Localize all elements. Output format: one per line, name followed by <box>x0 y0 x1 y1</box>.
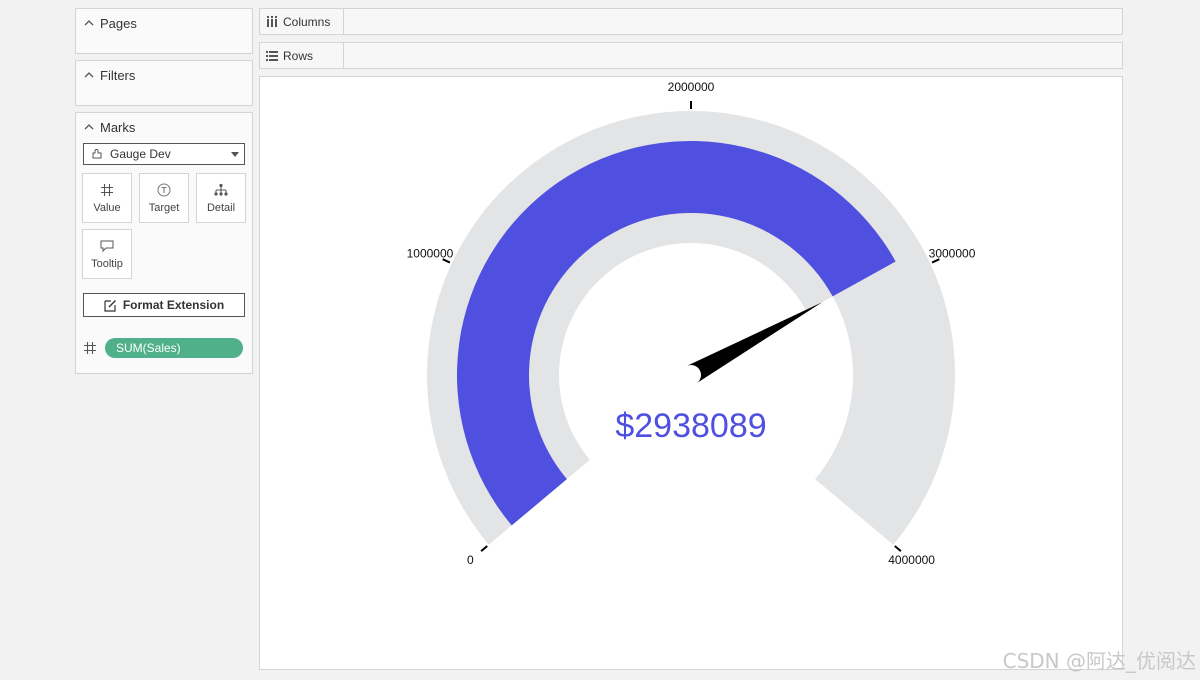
target-label: Target <box>148 202 180 214</box>
columns-shelf[interactable]: Columns <box>259 8 1123 35</box>
edit-icon <box>104 299 116 312</box>
chevron-up-icon <box>84 72 94 78</box>
format-extension-label: Format Extension <box>122 298 225 312</box>
speech-bubble-icon <box>99 238 115 254</box>
mark-type-dropdown[interactable]: Gauge Dev <box>83 143 245 165</box>
gauge-chart[interactable]: 0 1000000 2000000 3000000 4000000 $2938089 <box>260 77 1122 669</box>
marks-header[interactable]: Marks <box>76 113 252 141</box>
rows-label: Rows <box>283 48 314 63</box>
pages-label: Pages <box>100 15 137 31</box>
hierarchy-icon <box>213 182 229 198</box>
field-row: SUM(Sales) <box>83 338 243 358</box>
caret-down-icon <box>231 152 239 157</box>
rows-shelf[interactable]: Rows <box>259 42 1123 69</box>
chevron-up-icon <box>84 20 94 26</box>
gauge-needle <box>686 302 823 384</box>
target-icon <box>157 182 171 198</box>
filters-label: Filters <box>100 67 136 83</box>
chevron-up-icon <box>84 124 94 130</box>
detail-label: Detail <box>206 202 236 214</box>
value-label: Value <box>93 202 121 214</box>
pages-header[interactable]: Pages <box>76 9 252 37</box>
filters-card: Filters <box>75 60 253 106</box>
gauge-tick-label: 3000000 <box>929 246 976 260</box>
tooltip-button[interactable]: Tooltip <box>82 229 132 279</box>
gauge-tick <box>480 545 488 552</box>
watermark: CSDN @阿达_优阅达 <box>1002 649 1196 673</box>
columns-icon <box>267 16 277 27</box>
gauge-tick-label: 4000000 <box>888 553 935 567</box>
detail-button[interactable]: Detail <box>196 173 246 223</box>
rows-shelf-label: Rows <box>260 43 344 68</box>
sum-sales-pill[interactable]: SUM(Sales) <box>105 338 243 358</box>
left-panel: Pages Filters Marks Gauge Dev Value Targ… <box>75 8 253 380</box>
viz-canvas: 0 1000000 2000000 3000000 4000000 $2938089 <box>259 76 1123 670</box>
target-button[interactable]: Target <box>139 173 189 223</box>
pages-card: Pages <box>75 8 253 54</box>
hash-icon <box>100 182 114 198</box>
gauge-tick <box>894 545 902 552</box>
tooltip-label: Tooltip <box>91 258 123 270</box>
gauge-value-label: $2938089 <box>615 407 766 445</box>
hash-icon <box>84 342 96 354</box>
mark-type-label: Gauge Dev <box>110 147 171 161</box>
extension-icon <box>92 149 102 159</box>
marks-card: Marks Gauge Dev Value Target Detail Tool… <box>75 112 253 374</box>
rows-icon <box>266 51 278 61</box>
columns-shelf-label: Columns <box>260 9 344 34</box>
marks-label: Marks <box>100 119 136 135</box>
gauge-tick-label: 1000000 <box>407 246 454 260</box>
gauge-tick-label: 2000000 <box>668 80 715 94</box>
columns-label: Columns <box>283 14 331 29</box>
value-button[interactable]: Value <box>82 173 132 223</box>
filters-header[interactable]: Filters <box>76 61 252 89</box>
format-extension-button[interactable]: Format Extension <box>83 293 245 317</box>
gauge-tick-label: 0 <box>467 553 474 567</box>
